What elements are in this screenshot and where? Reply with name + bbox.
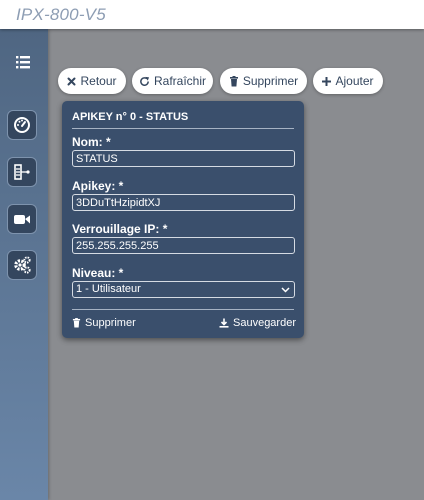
download-icon [219,318,229,328]
gauge-icon [14,117,30,133]
menu-button[interactable] [11,52,35,72]
delete-button[interactable]: Supprimer [220,68,307,94]
trash-icon [229,75,238,86]
sidebar [0,29,48,500]
back-button-label: Retour [80,74,117,88]
sidebar-item-devices[interactable] [7,157,37,187]
name-field[interactable] [72,150,295,167]
sidebar-item-dashboard[interactable] [7,110,37,140]
card-title: APIKEY n° 0 - STATUS [72,111,189,123]
divider [72,128,294,129]
trash-icon [72,318,81,328]
save-button-label: Sauvegarder [233,317,296,329]
chevron-down-icon [281,287,290,293]
device-tree-icon [14,164,30,180]
list-icon [16,56,30,69]
card-delete-label: Supprimer [85,317,136,329]
ip-lock-field[interactable] [72,237,295,254]
card-delete-button[interactable]: Supprimer [72,317,136,329]
save-button[interactable]: Sauvegarder [219,317,296,329]
sidebar-item-camera[interactable] [7,204,37,234]
refresh-icon [140,76,150,86]
apikey-label: Apikey: * [72,179,124,193]
refresh-button[interactable]: Rafraîchir [132,68,213,94]
apikey-card: APIKEY n° 0 - STATUS Nom: * Apikey: * Ve… [62,101,304,338]
delete-button-label: Supprimer [242,74,299,88]
app-title: IPX-800-V5 [16,5,106,24]
level-select[interactable]: 1 - Utilisateur [72,281,295,298]
apikey-field[interactable] [72,194,295,211]
add-button[interactable]: Ajouter [313,68,383,94]
ip-lock-label: Verrouillage IP: * [72,222,168,236]
back-button[interactable]: Retour [58,68,126,94]
level-label: Niveau: * [72,266,124,280]
sidebar-item-settings[interactable] [7,250,37,280]
add-button-label: Ajouter [335,74,374,88]
name-label: Nom: * [72,135,111,149]
level-select-value: 1 - Utilisateur [76,283,141,295]
video-camera-icon [14,215,30,224]
close-icon [67,77,76,85]
refresh-button-label: Rafraîchir [153,74,206,88]
top-bar: IPX-800-V5 [0,0,424,29]
divider [72,309,294,310]
plus-icon [322,76,332,86]
gears-icon [14,256,31,274]
